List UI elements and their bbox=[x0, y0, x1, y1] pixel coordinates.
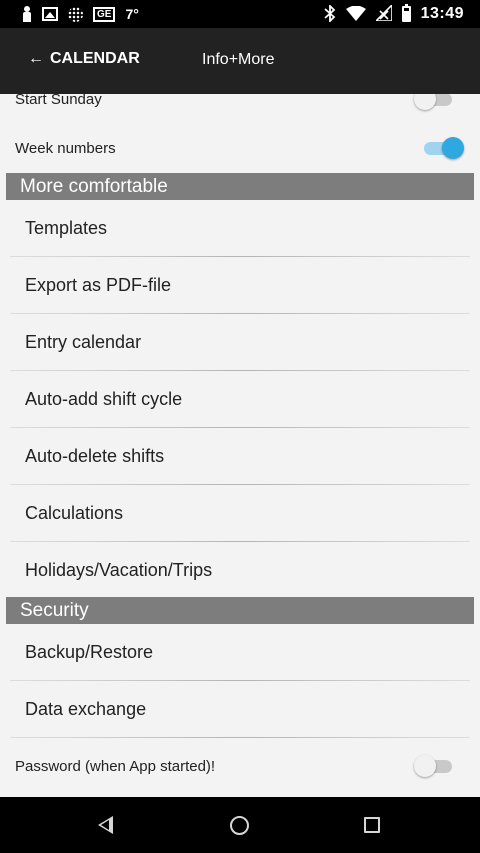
week-numbers-switch[interactable] bbox=[424, 137, 464, 159]
system-nav-bar bbox=[0, 797, 480, 853]
clock-text: 13:49 bbox=[420, 5, 464, 22]
menu-item-holidays[interactable]: Holidays/Vacation/Trips bbox=[6, 542, 474, 599]
nav-home-icon[interactable] bbox=[230, 816, 249, 835]
menu-item-label: Entry calendar bbox=[25, 332, 142, 352]
menu-item-backup-restore[interactable]: Backup/Restore bbox=[6, 624, 474, 681]
temperature-text: 7° bbox=[125, 6, 139, 22]
menu-item-entry-calendar[interactable]: Entry calendar bbox=[6, 314, 474, 371]
week-numbers-row[interactable]: Week numbers bbox=[0, 132, 480, 164]
nav-recents-icon[interactable] bbox=[364, 817, 380, 833]
menu-item-label: Export as PDF-file bbox=[25, 275, 172, 295]
page-title: Info+More bbox=[202, 51, 275, 68]
signal-icon bbox=[373, 3, 393, 23]
switch-thumb bbox=[442, 137, 464, 159]
menu-item-label: Templates bbox=[25, 218, 108, 238]
start-sunday-switch[interactable] bbox=[414, 94, 456, 110]
menu-item-templates[interactable]: Templates bbox=[6, 200, 474, 257]
image-icon bbox=[42, 7, 58, 21]
week-numbers-label: Week numbers bbox=[15, 139, 116, 157]
dots-icon bbox=[68, 6, 83, 22]
menu-item-label: Data exchange bbox=[25, 699, 147, 719]
menu-item-label: Calculations bbox=[25, 503, 124, 523]
start-sunday-row[interactable]: Start Sunday bbox=[0, 94, 480, 114]
menu-item-label: Auto-add shift cycle bbox=[25, 389, 183, 409]
status-left: GE 7° bbox=[22, 6, 139, 22]
section-header-security: Security bbox=[6, 597, 474, 624]
status-bar: GE 7° 13:49 bbox=[0, 0, 480, 28]
back-calendar-button[interactable]: ← CALENDAR bbox=[28, 50, 140, 68]
nav-back-icon[interactable] bbox=[98, 816, 113, 834]
menu-item-data-exchange[interactable]: Data exchange bbox=[6, 681, 474, 738]
switch-thumb bbox=[414, 94, 436, 110]
menu-item-label: Auto-delete shifts bbox=[25, 446, 165, 466]
wifi-icon bbox=[345, 5, 366, 23]
status-right: 13:49 bbox=[323, 3, 464, 24]
back-button-label: CALENDAR bbox=[50, 50, 140, 67]
section-header-comfortable: More comfortable bbox=[6, 173, 474, 200]
bluetooth-icon bbox=[323, 3, 336, 24]
divider bbox=[10, 737, 470, 738]
battery-icon bbox=[401, 4, 411, 22]
password-label: Password (when App started)! bbox=[15, 757, 216, 775]
back-arrow-icon: ← bbox=[28, 50, 44, 67]
menu-item-auto-add-shift-cycle[interactable]: Auto-add shift cycle bbox=[6, 371, 474, 428]
settings-list[interactable]: Start Sunday Week numbers More comfortab… bbox=[0, 94, 480, 797]
menu-item-auto-delete-shifts[interactable]: Auto-delete shifts bbox=[6, 428, 474, 485]
switch-thumb bbox=[414, 755, 436, 777]
menu-item-calculations[interactable]: Calculations bbox=[6, 485, 474, 542]
menu-item-export-pdf[interactable]: Export as PDF-file bbox=[6, 257, 474, 314]
menu-item-label: Backup/Restore bbox=[25, 642, 154, 662]
menu-item-label: Holidays/Vacation/Trips bbox=[25, 560, 213, 580]
start-sunday-label: Start Sunday bbox=[15, 94, 102, 108]
ge-icon: GE bbox=[93, 6, 116, 22]
person-icon bbox=[22, 6, 32, 22]
app-bar: ← CALENDAR Info+More bbox=[0, 28, 480, 94]
password-row[interactable]: Password (when App started)! bbox=[0, 750, 480, 782]
password-switch[interactable] bbox=[414, 755, 456, 777]
